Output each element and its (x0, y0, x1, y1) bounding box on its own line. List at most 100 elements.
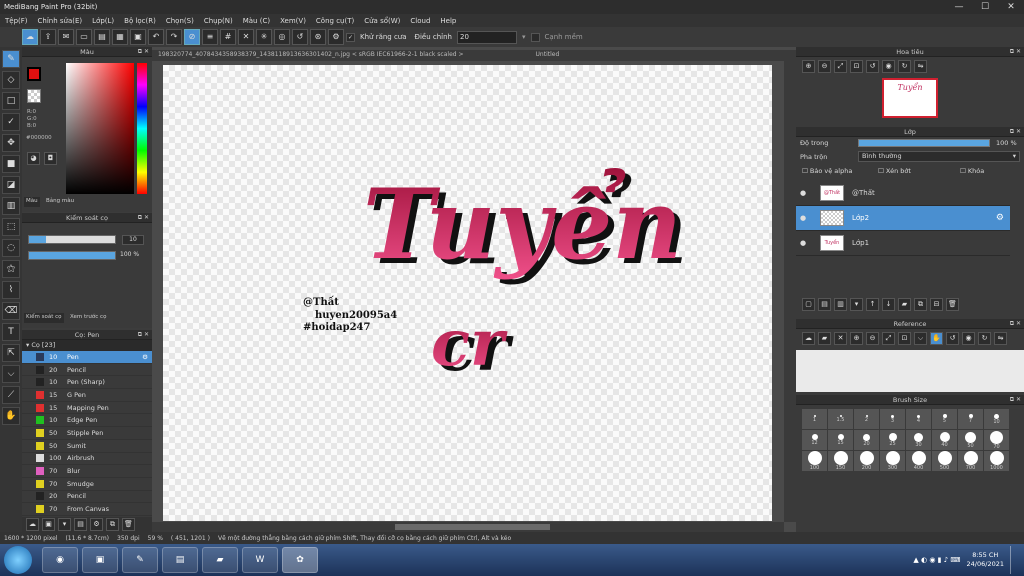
brush-menu-icon[interactable]: ▾ (58, 518, 71, 531)
horizontal-scroll-thumb[interactable] (395, 524, 550, 530)
brush-size-cell[interactable]: 70 (984, 430, 1009, 450)
snap-grid-icon[interactable]: # (220, 29, 236, 45)
brush-item[interactable]: 100 Airbrush (22, 453, 152, 466)
brush-size-cell[interactable]: 1000 (984, 451, 1009, 471)
brush-size-cell[interactable]: 500 (932, 451, 957, 471)
reference-close-icon[interactable]: ✕ (834, 332, 847, 345)
menu-file[interactable]: Tệp(F) (0, 17, 33, 25)
brush-size-cell[interactable]: 50 (958, 430, 983, 450)
lasso-tool-icon[interactable]: ◌ (2, 239, 20, 257)
brush-size-cell[interactable]: 4 (906, 409, 931, 429)
tab-document-file[interactable]: 198320774_4078434358938379_1438118913636… (152, 50, 470, 61)
reference-rotate-left-icon[interactable]: ↺ (946, 332, 959, 345)
reference-zoom-in-icon[interactable]: ⊕ (850, 332, 863, 345)
brush-item[interactable]: 70 Blur (22, 465, 152, 478)
brush-group-header[interactable]: ▾ Cọ [23] (22, 340, 152, 351)
brush-size-cell[interactable]: 150 (828, 451, 853, 471)
folder-icon[interactable]: ▰ (898, 298, 911, 311)
brush-size-cell[interactable]: 700 (958, 451, 983, 471)
brush-size-cell[interactable]: 40 (932, 430, 957, 450)
grid-icon[interactable]: ▣ (130, 29, 146, 45)
divide-tool-icon[interactable]: ⟋ (2, 386, 20, 404)
brush-tool-icon[interactable]: ✎ (2, 50, 20, 68)
brush-size-value[interactable]: 10 (122, 235, 144, 245)
brush-item[interactable]: 10 Edge Pen (22, 414, 152, 428)
saturation-value-picker[interactable] (66, 63, 134, 194)
minimize-button[interactable]: — (946, 0, 972, 14)
palette-icon[interactable]: ◕ (27, 152, 40, 165)
brush-size-cell[interactable]: 2 (854, 409, 879, 429)
clock[interactable]: 8:55 CH 24/06/2021 (967, 551, 1004, 569)
tab-document-untitled[interactable]: Untitled (530, 50, 566, 61)
tab-brush-preview[interactable]: Xem trước cọ (68, 313, 109, 323)
brush-size-cell[interactable]: 200 (854, 451, 879, 471)
brush-settings-icon[interactable]: ⚙ (90, 518, 103, 531)
zoom-out-icon[interactable]: ⊖ (818, 60, 831, 73)
tab-palette[interactable]: Bảng màu (44, 197, 77, 207)
eyedrop-color-icon[interactable]: ◘ (44, 152, 57, 165)
brush-item[interactable]: 50 Sumit (22, 440, 152, 453)
brush-item[interactable]: 10 Pen ⚙ (22, 351, 152, 364)
show-desktop-button[interactable] (1010, 546, 1018, 574)
brush-size-cell[interactable]: 1 (802, 409, 827, 429)
antialias-checkbox[interactable]: ✓ (346, 32, 355, 42)
layer-row-layer1[interactable]: ● Tuyển Lớp1 (796, 231, 1010, 256)
reference-view[interactable] (796, 350, 1024, 392)
brush-size-cell[interactable]: 12 (802, 430, 827, 450)
menu-tools[interactable]: Công cụ(T) (311, 17, 359, 25)
taskbar-medibang-icon[interactable]: ✿ (282, 547, 318, 573)
reference-actual-icon[interactable]: ⊡ (898, 332, 911, 345)
menu-select[interactable]: Chọn(S) (161, 17, 199, 25)
new-halftone-layer-icon[interactable]: ▤ (818, 298, 831, 311)
delete-layer-icon[interactable]: 🗑 (946, 298, 959, 311)
brush-size-cell[interactable]: 30 (906, 430, 931, 450)
taskbar-word-icon[interactable]: W (242, 547, 278, 573)
comment-icon[interactable]: ✉ (58, 29, 74, 45)
menu-edit[interactable]: Chỉnh sửa(E) (33, 17, 88, 25)
snap-cross-icon[interactable]: ✕ (238, 29, 254, 45)
brush-item[interactable]: 10 Pen (Sharp) (22, 376, 152, 390)
taskbar-store-icon[interactable]: ▤ (162, 547, 198, 573)
reference-open-icon[interactable]: ▰ (818, 332, 831, 345)
layer-up-icon[interactable]: ↑ (866, 298, 879, 311)
reference-zoom-out-icon[interactable]: ⊖ (866, 332, 879, 345)
snap-off-icon[interactable]: ⊘ (184, 29, 200, 45)
start-button[interactable] (4, 546, 32, 574)
brush-size-cell[interactable]: 300 (880, 451, 905, 471)
brush-size-cell[interactable]: 7 (958, 409, 983, 429)
menu-filter[interactable]: Bộ lọc(R) (119, 17, 161, 25)
speech-icon[interactable]: ▭ (76, 29, 92, 45)
background-color-swatch[interactable] (27, 89, 41, 103)
shape-fill-tool-icon[interactable]: ■ (2, 155, 20, 173)
smooth-checkbox[interactable] (530, 32, 540, 42)
brush-size-cell[interactable]: 5 (932, 409, 957, 429)
brush-settings-gear-icon[interactable]: ⚙ (142, 353, 152, 361)
panel-close-icon[interactable]: ⧉ ✕ (138, 47, 149, 57)
panel-close-icon[interactable]: ⧉ ✕ (138, 213, 149, 223)
brush-item[interactable]: 50 Stipple Pen (22, 427, 152, 440)
menu-layer[interactable]: Lớp(L) (87, 17, 119, 25)
snap-parallel-icon[interactable]: ≡ (202, 29, 218, 45)
taskbar-paint-icon[interactable]: ✎ (122, 547, 158, 573)
operation-tool-icon[interactable]: ⇱ (2, 344, 20, 362)
brush-size-cell[interactable]: 20 (854, 430, 879, 450)
visibility-eye-icon[interactable]: ● (800, 239, 812, 247)
menu-help[interactable]: Help (435, 17, 461, 25)
brush-opacity-slider[interactable] (28, 251, 116, 260)
reference-flip-icon[interactable]: ⇋ (994, 332, 1007, 345)
menu-view[interactable]: Xem(V) (275, 17, 311, 25)
maximize-button[interactable]: ☐ (972, 0, 998, 14)
add-brush-icon[interactable]: ▣ (42, 518, 55, 531)
flip-icon[interactable]: ⇋ (914, 60, 927, 73)
hue-slider[interactable] (137, 63, 147, 194)
rectangle-tool-icon[interactable]: □ (2, 92, 20, 110)
hand-tool-icon[interactable]: ✋ (2, 407, 20, 425)
navigator-thumbnail[interactable]: Tuyển (882, 78, 938, 118)
fit-icon[interactable]: ⤢ (834, 60, 847, 73)
snap-circle-icon[interactable]: ◎ (274, 29, 290, 45)
bucket-tool-icon[interactable]: ◪ (2, 176, 20, 194)
magic-wand-tool-icon[interactable]: ⚝ (2, 260, 20, 278)
taskbar-explorer-icon[interactable]: ▰ (202, 547, 238, 573)
reference-rotate-right-icon[interactable]: ↻ (978, 332, 991, 345)
actual-size-icon[interactable]: ⊡ (850, 60, 863, 73)
